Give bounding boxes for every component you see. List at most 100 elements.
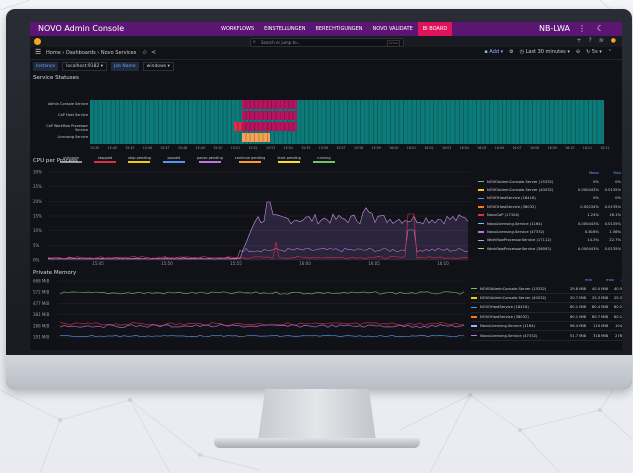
memory-legend-swatch bbox=[471, 325, 477, 327]
nav-workflows[interactable]: WORKFLOWS bbox=[216, 22, 259, 36]
memory-legend-item[interactable]: NovoLicensing.Service (47332) 51.7 MiB 318… bbox=[471, 331, 622, 341]
memory-legend-item[interactable]: NovoLicensing.Service (1164) 96.4 MiB 110 … bbox=[471, 322, 622, 332]
app-header: NOVO Admin Console WORKFLOWS EINSTELLUNG… bbox=[30, 22, 622, 36]
search-input[interactable]: ⌕ Search or jump to... ctrl+k bbox=[250, 38, 404, 47]
memory-legend-cell: 60.1 MiB bbox=[613, 314, 622, 319]
cpu-legend-swatch bbox=[478, 239, 484, 242]
variable-label-job: Job Name bbox=[111, 62, 139, 71]
theme-toggle-icon[interactable]: ☾ bbox=[597, 24, 604, 33]
memory-legend-item[interactable]: NOVOAdminConsole.Server (40032) 20.7 MiB 2… bbox=[471, 294, 622, 304]
collapse-icon[interactable]: ⌃ bbox=[608, 49, 612, 55]
breadcrumb-home[interactable]: Home bbox=[46, 50, 61, 56]
status-time-tick: 16:10 bbox=[565, 146, 575, 150]
status-time-tick: 16:09 bbox=[547, 146, 557, 150]
status-time-tick: 15:55 bbox=[301, 146, 311, 150]
cpu-legend-cell: NOVOAdminConsole.Server (40032) bbox=[487, 187, 554, 192]
nav-einstellungen[interactable]: EINSTELLUNGEN bbox=[259, 22, 310, 36]
memory-legend-cell: 96.4 MiB bbox=[569, 324, 586, 329]
cpu-legend-item[interactable]: WorkflowProcessorService (17112) 14.3% 22.… bbox=[478, 236, 622, 244]
memory-series-novocap bbox=[59, 322, 465, 326]
memory-legend-swatch bbox=[471, 287, 477, 290]
memory-legend-item[interactable]: NOVOAdminConsole.Server (15332) 29.8 MiB 4… bbox=[471, 284, 622, 294]
status-time-tick: 15:58 bbox=[354, 146, 364, 150]
memory-legend-item[interactable]: NOVOHostService (18416) 60.1 MiB 80.4 MiB 8… bbox=[471, 303, 622, 313]
memory-legend-swatch bbox=[471, 316, 477, 318]
nav-bi-board[interactable]: BI BOARD bbox=[417, 22, 453, 36]
memory-legend-cell: 20.7 MiB bbox=[569, 295, 586, 300]
more-vertical-icon[interactable]: ⋮ bbox=[578, 24, 586, 33]
cpu-legend-cell: NovoLicensing.Service (47332) bbox=[487, 229, 545, 234]
memory-legend-cell: 318 MiB bbox=[593, 333, 608, 338]
profile-avatar[interactable]: ● bbox=[611, 37, 616, 44]
memory-y-tick: 668 MiB bbox=[33, 279, 49, 284]
help-icon[interactable]: ? bbox=[589, 37, 592, 44]
nav-novo-validate[interactable]: NOVO VALIDATE bbox=[368, 22, 418, 36]
cpu-legend-cell: 0% bbox=[621, 180, 622, 184]
status-legend-label: start pending bbox=[277, 156, 301, 160]
cpu-legend-item[interactable]: NOVOHostService (38032) 0.00234% 0.0135%0% bbox=[478, 203, 622, 211]
status-time-tick: 16:03 bbox=[442, 146, 452, 150]
news-icon[interactable]: ≋ bbox=[599, 37, 604, 44]
breadcrumb-dashboards[interactable]: Dashboards bbox=[66, 50, 96, 56]
cpu-y-tick: 25% bbox=[33, 184, 42, 189]
cpu-y-tick: 15% bbox=[33, 214, 42, 219]
breadcrumb-bar: ☰ Home › Dashboards › Novo Services ☆ ≺ … bbox=[30, 47, 622, 60]
cpu-legend-item[interactable]: NOVOAdminConsole.Server (40032) 0.000443%… bbox=[478, 186, 622, 194]
status-block bbox=[234, 122, 242, 131]
cpu-legend-cell: 0% bbox=[621, 205, 622, 209]
memory-legend-swatch bbox=[471, 297, 477, 299]
plus-icon[interactable]: + bbox=[577, 37, 582, 44]
add-button[interactable]: ▪ Add ▾ bbox=[484, 49, 503, 55]
status-time-tick: 15:45 bbox=[125, 146, 135, 150]
cpu-legend-cell: 0% bbox=[615, 196, 621, 201]
user-name[interactable]: NB-LWA bbox=[539, 24, 570, 33]
status-legend-swatch bbox=[278, 161, 301, 163]
memory-legend-header: min maxavg bbox=[471, 276, 622, 284]
status-time-tick: 16:12 bbox=[600, 146, 610, 150]
cpu-legend-cell: 0.000443% bbox=[577, 187, 599, 192]
status-time-tick: 16:06 bbox=[494, 146, 504, 150]
cpu-legend-item[interactable]: NovoLicensing.Service (1164) 0.000443% 0.0… bbox=[478, 219, 622, 227]
menu-icon[interactable]: ☰ bbox=[35, 48, 41, 56]
cpu-legend-swatch bbox=[478, 222, 484, 225]
cpu-legend-item[interactable]: NOVOAdminConsole.Server (15332)0%0%0% bbox=[478, 177, 622, 185]
star-icon[interactable]: ☆ bbox=[142, 49, 147, 56]
status-time-tick: 15:40 bbox=[107, 146, 117, 150]
cpu-legend-cell: 0.00234% bbox=[580, 204, 599, 209]
status-time-tick: 15:59 bbox=[371, 146, 381, 150]
settings-icon[interactable]: ⚙ bbox=[509, 49, 513, 55]
memory-legend-cell: NovoLicensing.Service (1164) bbox=[480, 324, 536, 329]
cpu-legend: Mean MaxMin NOVOAdminConsole.Server (15332… bbox=[478, 169, 622, 253]
memory-legend-cell: 80.2 MiB bbox=[613, 305, 622, 310]
screen: NOVO Admin Console WORKFLOWS EINSTELLUNG… bbox=[30, 22, 622, 350]
status-row-label: CaP Host Service bbox=[58, 113, 88, 117]
time-range-picker[interactable]: ◷ Last 30 minutes ▾ bbox=[520, 49, 570, 55]
cpu-legend-cell: 0% bbox=[593, 179, 599, 184]
zoom-out-icon[interactable]: ⊖ bbox=[576, 49, 580, 55]
cpu-legend-item[interactable]: NOVOHostService (18416)0%0%0% bbox=[478, 194, 622, 202]
cpu-legend-header-cell: Min bbox=[621, 171, 622, 175]
status-time-tick: 15:53 bbox=[266, 146, 276, 150]
status-legend-label: pause pending bbox=[196, 156, 223, 160]
cpu-legend-item[interactable]: NovoLicensing.Service (47332) 0.816% 1.56%… bbox=[478, 228, 622, 236]
memory-legend-cell: 104 MiB bbox=[615, 324, 622, 329]
share-icon[interactable]: ≺ bbox=[151, 49, 156, 56]
variable-label-instance: Instance bbox=[33, 62, 59, 71]
nav-berechtigungen[interactable]: BERECHTIGUNGEN bbox=[310, 22, 367, 36]
variable-select-job[interactable]: windows ▾ bbox=[142, 62, 174, 71]
cpu-legend-item[interactable]: NovoCaP (17104) 1.24% 16.1%0% bbox=[478, 211, 622, 219]
refresh-icon[interactable]: ↻ 5s ▾ bbox=[586, 49, 602, 55]
memory-legend-item[interactable]: NOVOHostService (38032) 60.1 MiB 60.7 MiB 6… bbox=[471, 313, 622, 322]
variable-select-instance[interactable]: localhost:9182 ▾ bbox=[62, 62, 108, 71]
cpu-legend-cell: NovoCaP (17104) bbox=[487, 213, 520, 218]
memory-legend-cell: 29.8 MiB bbox=[569, 286, 586, 291]
status-legend-item: continue pending bbox=[235, 156, 265, 163]
status-legend-item: start pending bbox=[277, 156, 301, 163]
search-placeholder: Search or jump to... bbox=[261, 40, 301, 45]
status-time-tick: 15:35 bbox=[90, 146, 100, 150]
memory-legend-cell: 40.5 MiB bbox=[591, 286, 608, 291]
cpu-legend-cell: NovoLicensing.Service (1164) bbox=[487, 221, 543, 226]
cpu-legend-cell: 0% bbox=[621, 222, 622, 226]
grafana-logo-icon[interactable] bbox=[34, 38, 41, 45]
cpu-legend-item[interactable]: WorkflowProcessorService (36092) 0.000443… bbox=[478, 245, 622, 253]
